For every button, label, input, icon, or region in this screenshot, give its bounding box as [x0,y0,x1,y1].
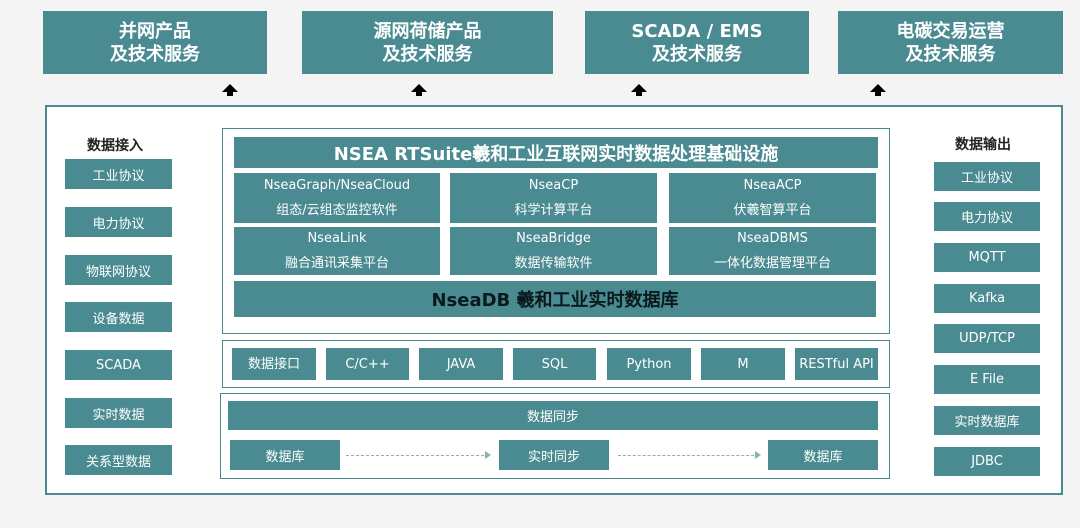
right-arrow-icon [346,451,491,459]
module-nseaacp: NseaACP 伏羲智算平台 [669,173,876,223]
module-desc: 科学计算平台 [514,203,593,218]
product-line1: 电碳交易运营 [896,20,1005,42]
interface-item: 数据接口 [232,348,316,380]
module-desc: 组态/云组态监控软件 [276,203,398,218]
module-desc: 伏羲智算平台 [733,203,812,218]
product-box-carbon-trading: 电碳交易运营 及技术服务 [838,11,1063,74]
product-line1: 并网产品 [119,20,191,42]
interface-item: SQL [513,348,596,380]
interface-item: Python [607,348,691,380]
interface-item: C/C++ [326,348,409,380]
sync-source-db: 数据库 [230,440,340,470]
interface-item: RESTful API [795,348,878,380]
module-name: NseaCP [528,178,579,193]
product-box-grid: 并网产品 及技术服务 [43,11,267,74]
data-input-title: 数据接入 [87,138,143,154]
output-item: 工业协议 [934,162,1040,191]
data-output-title: 数据输出 [955,137,1011,153]
output-item: JDBC [934,447,1040,476]
interface-item: JAVA [419,348,503,380]
module-name: NseaGraph/NseaCloud [263,178,411,193]
right-arrow-icon [618,451,761,459]
module-name: NseaLink [307,231,367,246]
input-item: 电力协议 [65,207,172,237]
module-desc: 融合通讯采集平台 [284,256,389,271]
module-nseagraph: NseaGraph/NseaCloud 组态/云组态监控软件 [234,173,440,223]
up-arrow-icon [222,84,238,96]
module-name: NseaDBMS [737,231,808,246]
platform-title: NSEA RTSuite羲和工业互联网实时数据处理基础设施 [234,137,878,168]
input-item: 设备数据 [65,302,172,332]
module-name: NseaBridge [516,231,591,246]
output-item: 实时数据库 [934,406,1040,435]
product-box-scada-ems: SCADA / EMS 及技术服务 [585,11,809,74]
product-line2: 及技术服务 [382,43,473,65]
module-desc: 数据传输软件 [514,256,593,271]
input-item: 关系型数据 [65,445,172,475]
module-nsealink: NseaLink 融合通讯采集平台 [234,227,440,275]
output-item: MQTT [934,243,1040,272]
output-item: 电力协议 [934,202,1040,231]
input-item: 物联网协议 [65,255,172,285]
sync-realtime: 实时同步 [499,440,609,470]
sync-target-db: 数据库 [768,440,878,470]
product-line1: SCADA / EMS [631,20,763,42]
up-arrow-icon [870,84,886,96]
module-nseadbms: NseaDBMS 一体化数据管理平台 [669,227,876,275]
module-nseacp: NseaCP 科学计算平台 [450,173,657,223]
product-line1: 源网荷储产品 [373,20,482,42]
output-item: Kafka [934,284,1040,313]
input-item: SCADA [65,350,172,380]
up-arrow-icon [411,84,427,96]
input-item: 工业协议 [65,159,172,189]
nseadb-bar: NseaDB 羲和工业实时数据库 [234,281,876,317]
up-arrow-icon [631,84,647,96]
product-line2: 及技术服务 [652,43,742,65]
module-name: NseaACP [743,178,802,193]
product-line2: 及技术服务 [110,43,200,65]
output-item: UDP/TCP [934,324,1040,353]
output-item: E File [934,365,1040,394]
input-item: 实时数据 [65,398,172,428]
product-box-source-grid-load-storage: 源网荷储产品 及技术服务 [302,11,553,74]
interface-item: M [701,348,785,380]
module-nseabridge: NseaBridge 数据传输软件 [450,227,657,275]
product-line2: 及技术服务 [905,43,996,65]
sync-title: 数据同步 [228,401,878,430]
module-desc: 一体化数据管理平台 [713,256,831,271]
